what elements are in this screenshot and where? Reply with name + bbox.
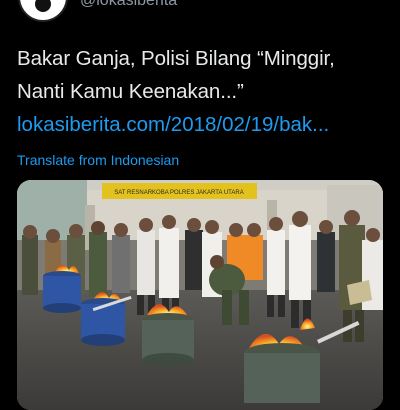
account-handle[interactable]: @lokasiberita — [80, 0, 177, 10]
tweet-header: @lokasiberita — [0, 0, 400, 22]
tweet-text: Bakar Ganja, Polisi Bilang “Minggir, Nan… — [17, 42, 387, 108]
photo-image: SAT RESNARKOBA POLRES JAKARTA UTARA — [17, 180, 383, 410]
translate-button[interactable]: Translate from Indonesian — [17, 152, 179, 168]
tweet-text-line: Nanti Kamu Keenakan...” — [17, 80, 244, 103]
tweet-link[interactable]: lokasiberita.com/2018/02/19/bak... — [17, 108, 329, 141]
avatar-logo-icon — [35, 0, 51, 12]
tweet-text-line: Bakar Ganja, Polisi Bilang “Minggir, — [17, 47, 335, 70]
tweet-photo[interactable]: SAT RESNARKOBA POLRES JAKARTA UTARA — [17, 180, 383, 410]
avatar[interactable] — [18, 0, 68, 22]
banner-sign-text: SAT RESNARKOBA POLRES JAKARTA UTARA — [114, 190, 243, 196]
